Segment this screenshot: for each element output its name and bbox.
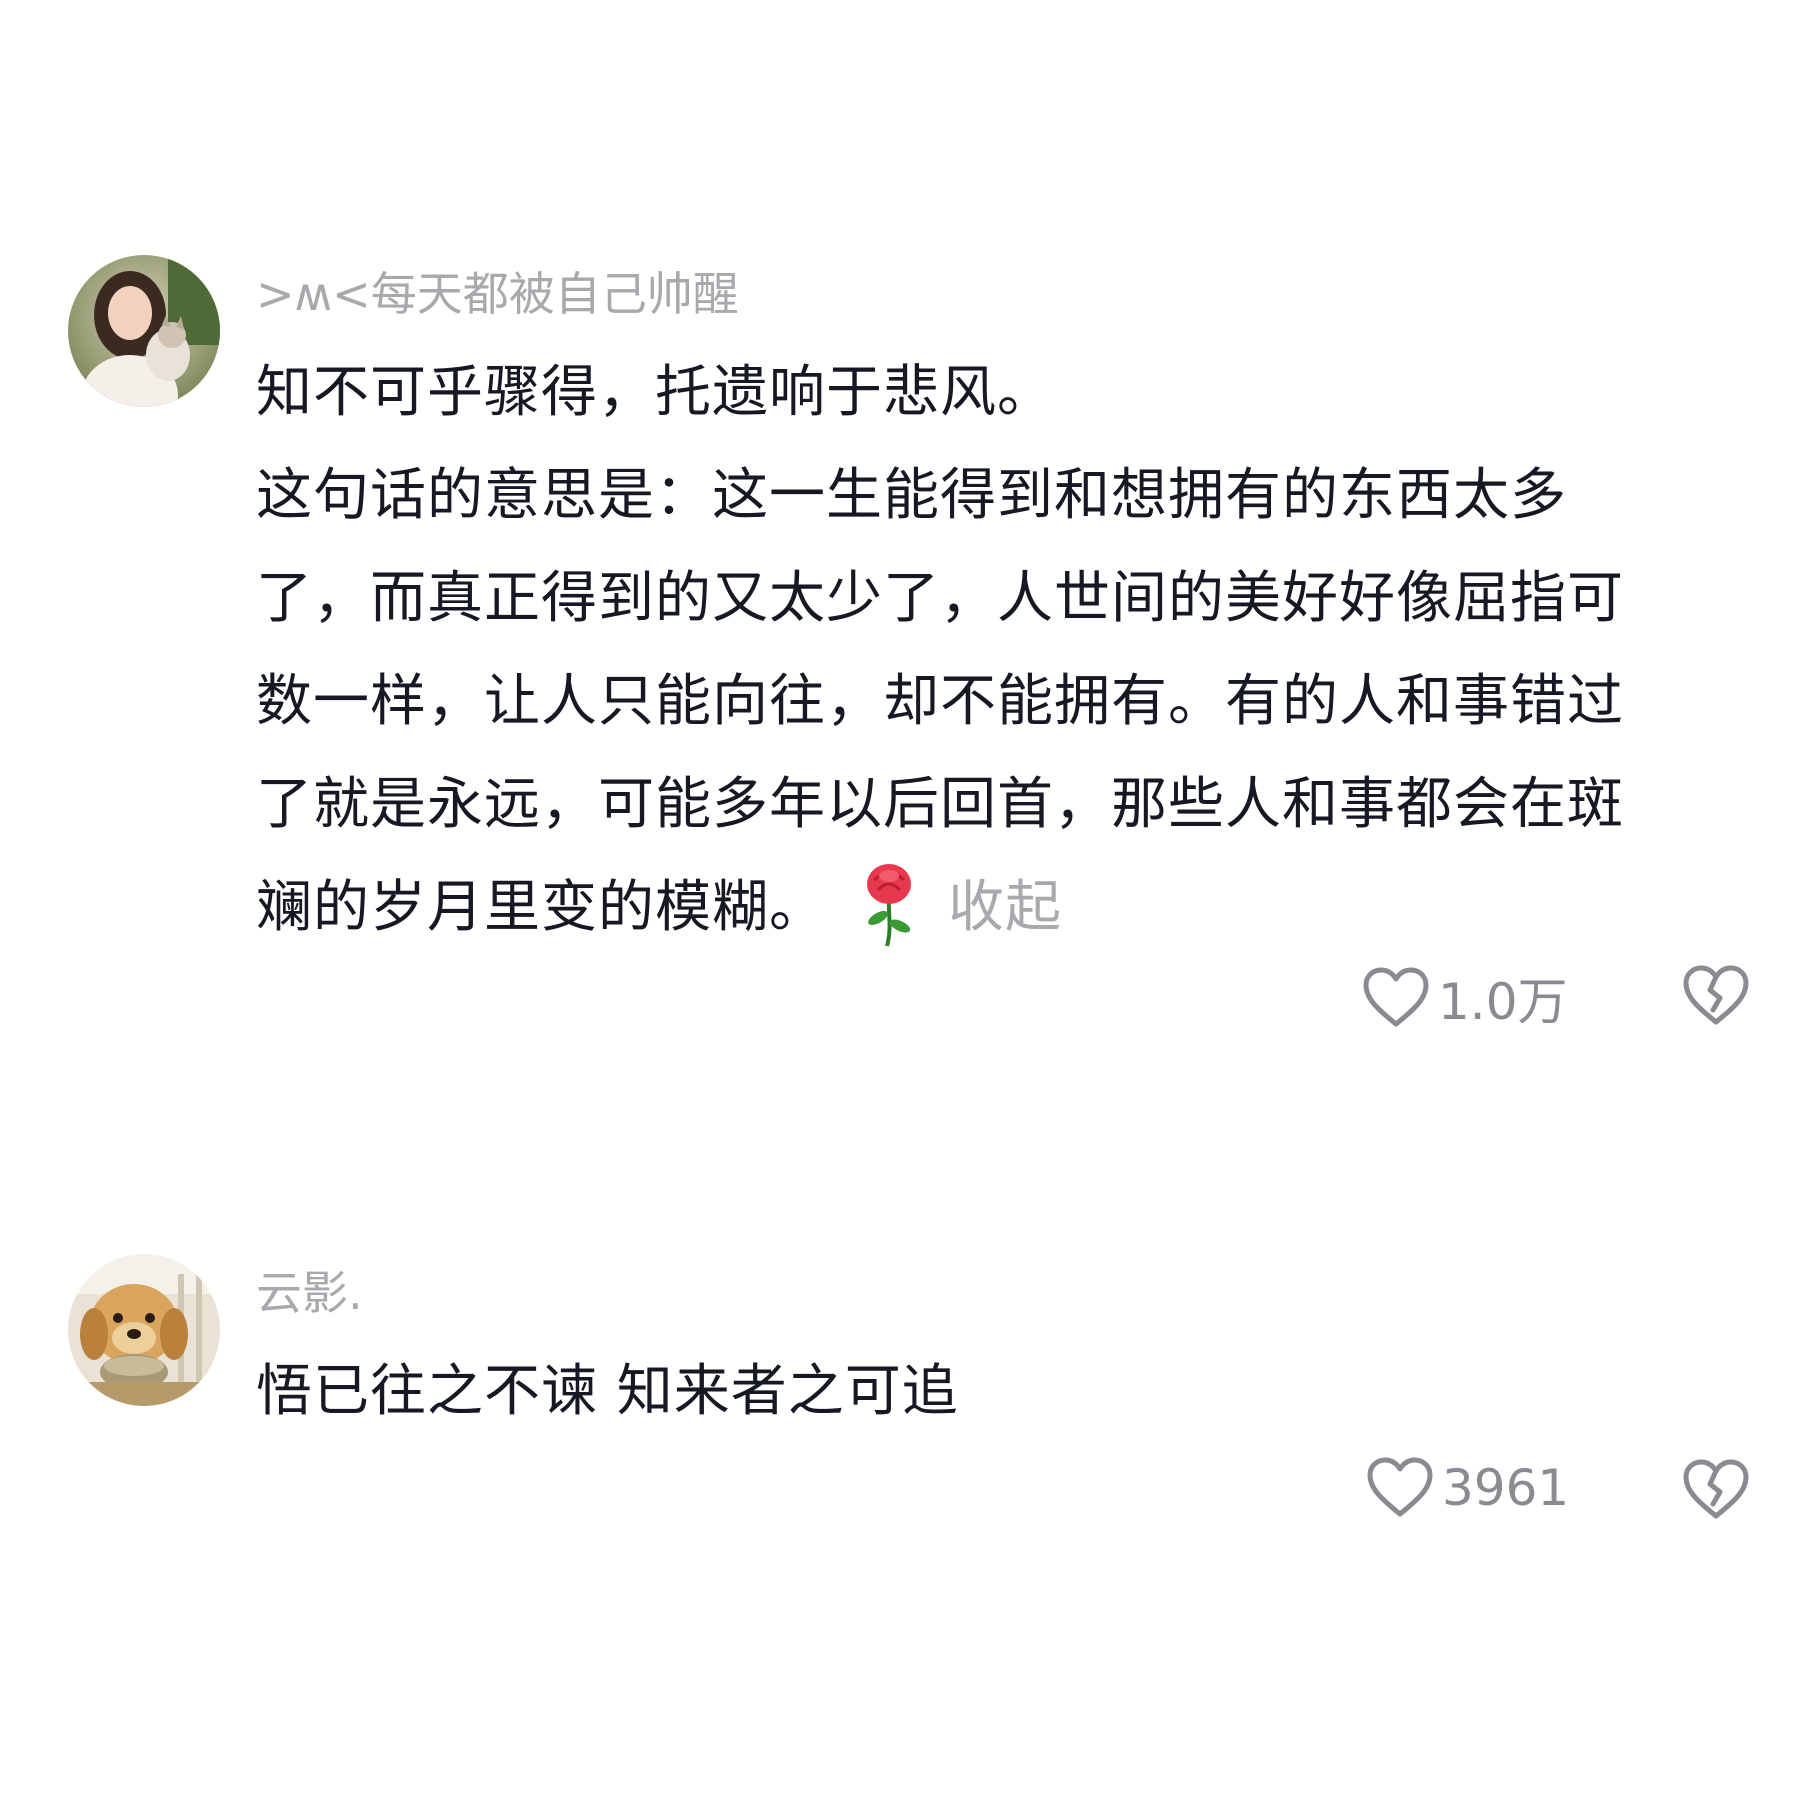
like-count: 3961	[1442, 1459, 1570, 1517]
dislike-button[interactable]	[1682, 1458, 1750, 1526]
comment-username[interactable]: 云影.	[256, 1263, 363, 1323]
broken-heart-icon	[1683, 965, 1749, 1025]
dislike-button[interactable]	[1682, 964, 1750, 1032]
comment-line-last: 斓的岁月里变的模糊。 收起	[256, 856, 1756, 959]
comment-actions: 1.0万	[0, 962, 1800, 1042]
comment-line: 知不可乎骤得，托遗响于悲风。	[256, 360, 1054, 425]
heart-outline-icon	[1363, 967, 1429, 1027]
comment-line: 了，而真正得到的又太少了，人世间的美好好像屈指可	[256, 566, 1624, 631]
heart-outline-icon	[1367, 1457, 1433, 1517]
collapse-button[interactable]: 收起	[948, 875, 1062, 940]
like-count: 1.0万	[1438, 973, 1568, 1031]
broken-heart-icon	[1683, 1459, 1749, 1519]
comment-text: 知不可乎骤得，托遗响于悲风。 这句话的意思是：这一生能得到和想拥有的东西太多 了…	[256, 341, 1756, 959]
like-button[interactable]: 3961	[1366, 1456, 1569, 1520]
comment-username[interactable]: >ʍ<每天都被自己帅醒	[256, 264, 739, 324]
avatar-photo-icon	[68, 255, 220, 407]
user-avatar[interactable]	[68, 1254, 220, 1406]
rose-emoji	[854, 858, 924, 948]
user-avatar[interactable]	[68, 255, 220, 407]
comment-text: 悟已往之不谏 知来者之可追	[256, 1340, 1756, 1443]
comment-line: 这句话的意思是：这一生能得到和想拥有的东西太多	[256, 463, 1567, 528]
comment-line: 数一样，让人只能向往，却不能拥有。有的人和事错过	[256, 669, 1624, 734]
avatar-photo-icon	[68, 1254, 220, 1406]
comment-line: 了就是永远，可能多年以后回首，那些人和事都会在斑	[256, 772, 1624, 837]
like-button[interactable]: 1.0万	[1362, 962, 1568, 1034]
comment-actions: 3961	[0, 1456, 1800, 1536]
comment-line-text: 斓的岁月里变的模糊。	[256, 875, 826, 940]
comment-line: 悟已往之不谏 知来者之可追	[256, 1359, 959, 1424]
